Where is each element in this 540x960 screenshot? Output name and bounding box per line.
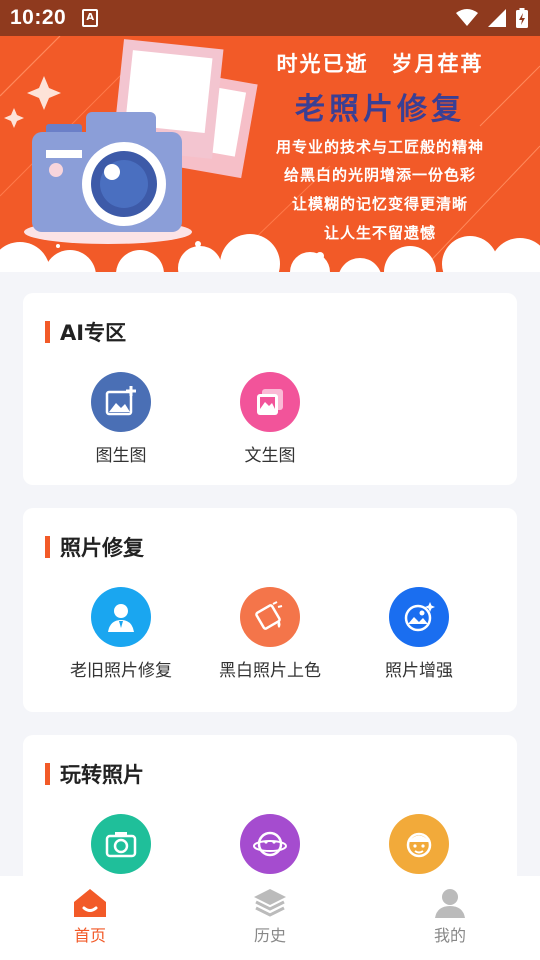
title-accent-bar	[45, 763, 50, 785]
fun-item-camera[interactable]	[46, 814, 196, 874]
camera-icon	[91, 814, 151, 874]
hero-banner: 时光已逝 岁月荏苒 老照片修复 用专业的技术与工匠般的精神 给黑白的光阴增添一份…	[0, 36, 540, 272]
play-photos-section-card: 玩转照片	[23, 735, 517, 895]
banner-title: 老照片修复	[295, 92, 465, 127]
home-icon	[74, 889, 106, 917]
item-label: 黑白照片上色	[219, 661, 321, 681]
nav-home-label: 首页	[73, 926, 106, 945]
portrait-icon	[91, 587, 151, 647]
photo-repair-section-card: 照片修复 老旧照片修复 黑白照片上色 照片增强	[23, 508, 517, 712]
title-accent-bar	[45, 321, 50, 343]
a-notification-icon: A	[82, 9, 99, 27]
item-label: 图生图	[95, 446, 147, 466]
section-title: 照片修复	[45, 532, 144, 562]
banner-line-2: 给黑白的光阴增添一份色彩	[283, 166, 476, 184]
nav-history-tab[interactable]: 历史	[180, 876, 360, 960]
layers-icon	[254, 889, 286, 917]
photo-enhance-button[interactable]: 照片增强	[344, 587, 494, 681]
banner-tagline: 时光已逝 岁月荏苒	[276, 51, 484, 76]
ai-section-title: AI专区	[60, 321, 127, 345]
old-photo-repair-button[interactable]: 老旧照片修复	[46, 587, 196, 681]
title-accent-bar	[45, 536, 50, 558]
item-label: 文生图	[244, 446, 296, 466]
item-label: 老旧照片修复	[70, 661, 172, 681]
status-icons	[456, 8, 528, 28]
item-label: 照片增强	[385, 661, 453, 681]
nav-profile-tab[interactable]: 我的	[360, 876, 540, 960]
nav-history-label: 历史	[253, 926, 286, 945]
fun-section-title: 玩转照片	[60, 763, 144, 787]
section-title: 玩转照片	[45, 759, 144, 789]
image-to-image-button[interactable]: 图生图	[46, 372, 196, 466]
fun-item-avatar[interactable]	[344, 814, 494, 874]
face-planet-icon	[240, 814, 300, 874]
status-time: 10:20	[10, 6, 67, 29]
text-to-image-button[interactable]: 文生图	[195, 372, 345, 466]
ai-section-card: AI专区 图生图 文生图	[23, 293, 517, 485]
battery-icon	[516, 8, 528, 28]
signal-icon	[488, 9, 506, 27]
banner-line-3: 让模糊的记忆变得更清晰	[291, 195, 468, 213]
user-icon	[435, 889, 465, 918]
avatar-face-icon	[389, 814, 449, 874]
banner-line-4: 让人生不留遗憾	[323, 224, 436, 242]
nav-home-tab[interactable]: 首页	[0, 876, 180, 960]
wifi-icon	[456, 9, 478, 26]
banner-line-1: 用专业的技术与工匠般的精神	[275, 138, 484, 156]
status-bar: 10:20 A	[0, 0, 540, 36]
photo-gallery-icon	[240, 372, 300, 432]
colorize-photo-button[interactable]: 黑白照片上色	[195, 587, 345, 681]
bottom-navigation: 首页 历史 我的	[0, 876, 540, 960]
section-title: AI专区	[45, 317, 126, 347]
paint-bucket-icon	[240, 587, 300, 647]
nav-profile-label: 我的	[433, 926, 466, 945]
fun-item-face[interactable]	[195, 814, 345, 874]
image-add-icon	[91, 372, 151, 432]
enhance-image-icon	[389, 587, 449, 647]
repair-section-title: 照片修复	[60, 536, 144, 560]
